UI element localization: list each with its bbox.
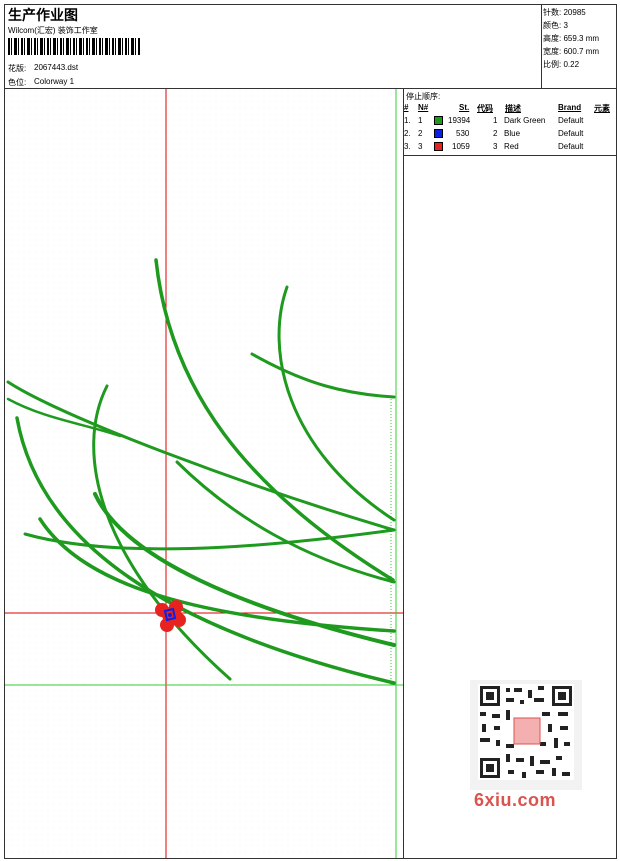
stats-divider [541, 4, 542, 88]
row-code: 2 [493, 129, 498, 138]
stat-colors: 颜色: 3 [543, 20, 568, 31]
row-needle: 3 [418, 142, 423, 151]
canvas-background [5, 89, 403, 858]
stat-label: 比例: [543, 60, 562, 69]
color-swatch-dark-green [434, 116, 443, 125]
stat-width: 宽度: 600.7 mm [543, 46, 599, 57]
column-code: 代码 [477, 104, 493, 113]
column-number: # [404, 103, 409, 112]
row-stitches: 1059 [452, 142, 470, 151]
row-description: Red [504, 142, 519, 151]
column-description: 描述 [505, 104, 521, 113]
color-swatch-red [434, 142, 443, 151]
row-needle: 2 [418, 129, 423, 138]
stat-value: 600.7 mm [563, 47, 600, 56]
row-number: 2. [404, 129, 411, 138]
panel-divider [403, 88, 404, 859]
stop-sequence-title: 停止顺序: [406, 92, 441, 101]
column-needle: N# [418, 103, 429, 112]
qr-code-icon [470, 680, 582, 790]
stat-label: 宽度: [543, 47, 562, 56]
watermark-text: 6xiu.com [474, 790, 557, 810]
stat-stitches: 针数: 20985 [543, 7, 586, 18]
row-code: 3 [493, 142, 498, 151]
barcode [8, 38, 140, 55]
stat-value: 0.22 [563, 60, 580, 69]
row-number: 3. [404, 142, 411, 151]
stat-height: 高度: 659.3 mm [543, 33, 599, 44]
stat-value: 659.3 mm [563, 34, 600, 43]
stat-value: 20985 [563, 8, 586, 17]
design-filename: 2067443.dst [34, 63, 79, 72]
table-row: 3. 3 1059 3 Red Default [404, 142, 617, 154]
colorway-label: 色位: [8, 78, 27, 87]
row-stitches: 530 [456, 129, 470, 138]
row-brand: Default [558, 142, 584, 151]
design-label: 花版: [8, 64, 27, 73]
row-brand: Default [558, 129, 584, 138]
page-title: 生产作业图 [8, 7, 78, 23]
stat-scale: 比例: 0.22 [543, 59, 579, 70]
row-code: 1 [493, 116, 498, 125]
table-bottom-rule [404, 155, 617, 156]
table-row: 1. 1 19394 1 Dark Green Default [404, 116, 617, 128]
design-canvas [5, 89, 403, 858]
company-name: Wilcom(汇宏) 装饰工作室 [8, 26, 98, 35]
column-element: 元素 [594, 104, 610, 113]
color-swatch-blue [434, 129, 443, 138]
stat-label: 针数: [543, 8, 562, 17]
colorway-value: Colorway 1 [34, 77, 75, 86]
row-description: Blue [504, 129, 521, 138]
row-needle: 1 [418, 116, 423, 125]
column-brand: Brand [558, 103, 582, 112]
stat-label: 颜色: [543, 21, 562, 30]
row-stitches: 19394 [448, 116, 471, 125]
stat-value: 3 [563, 21, 568, 30]
column-stitches: St. [459, 103, 470, 112]
row-brand: Default [558, 116, 584, 125]
stat-label: 高度: [543, 34, 562, 43]
table-row: 2. 2 530 2 Blue Default [404, 129, 617, 141]
design-preview [5, 89, 403, 858]
row-number: 1. [404, 116, 411, 125]
row-description: Dark Green [504, 116, 546, 125]
